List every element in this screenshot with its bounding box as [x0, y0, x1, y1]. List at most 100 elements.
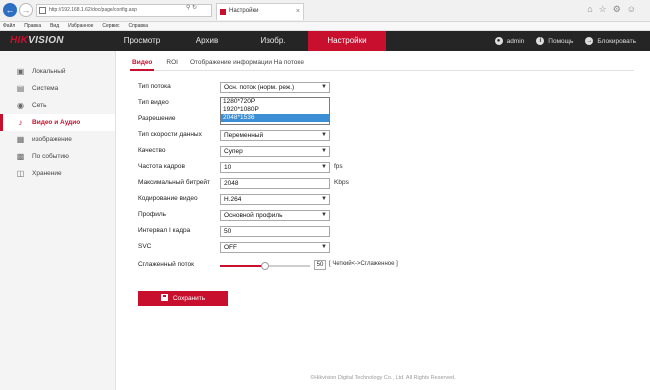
chevron-down-icon: ▼: [321, 212, 327, 218]
image-icon: ▦: [16, 135, 25, 144]
smoothing-hint: [ Четкий<->Сглаженное ]: [329, 261, 398, 267]
row-iframe: Интервал I кадра 50: [138, 226, 518, 237]
chevron-down-icon: ▼: [321, 244, 327, 250]
lock-link[interactable]: → Блокировать: [585, 37, 636, 45]
save-button[interactable]: Сохранить: [138, 291, 228, 306]
fps-select[interactable]: 10 ▼: [220, 162, 330, 173]
smoothing-label: Сглаженный поток: [138, 261, 194, 268]
storage-icon: ◫: [16, 169, 25, 178]
back-button[interactable]: ←: [3, 3, 17, 17]
browser-icons[interactable]: ⌂☆⚙☺: [587, 4, 642, 15]
address-tools[interactable]: ⚲ ↻: [186, 4, 197, 11]
browser-menu-bar: Файл Правка Вид Избранное Сервис Справка: [0, 22, 650, 31]
smoothing-slider[interactable]: [220, 262, 310, 270]
iframe-interval-input[interactable]: 50: [220, 226, 330, 237]
sidebar-item-storage[interactable]: ◫ Хранение: [0, 165, 115, 182]
sidebar-item-events[interactable]: ▩ По событию: [0, 148, 115, 165]
tab-video[interactable]: Видео: [130, 58, 155, 71]
resolution-option-selected[interactable]: 2048*1536: [221, 114, 329, 122]
menu-file[interactable]: Файл: [3, 23, 15, 29]
quality-select[interactable]: Супер ▼: [220, 146, 330, 157]
header-actions: ● admin i Помощь → Блокировать: [483, 31, 636, 51]
resolution-option[interactable]: 1280*720P: [221, 98, 329, 106]
sidebar-item-label: изображение: [32, 136, 72, 143]
app-header: HIKVISION Просмотр Архив Изобр. Настройк…: [0, 31, 650, 51]
sidebar-item-label: Сеть: [32, 102, 47, 109]
sidebar-item-label: Видео и Аудио: [32, 119, 81, 126]
encoding-label: Кодирование видео: [138, 195, 198, 202]
profile-select[interactable]: Основной профиль ▼: [220, 210, 330, 221]
nav-archive[interactable]: Архив: [176, 31, 238, 51]
chevron-down-icon: ▼: [321, 196, 327, 202]
row-quality: Качество Супер ▼: [138, 146, 518, 157]
row-max-bitrate: Максимальный битрейт 2048 Kbps: [138, 178, 518, 189]
resolution-dropdown[interactable]: 1280*720P 1920*1080P 2048*1536: [220, 97, 330, 125]
svc-label: SVC: [138, 243, 152, 250]
sidebar-item-label: Хранение: [32, 170, 62, 177]
help-label: Помощь: [548, 37, 574, 45]
user-icon: ●: [494, 37, 503, 45]
tab-stream-info[interactable]: Отображение информации На потоке: [190, 58, 304, 71]
help-icon: i: [536, 37, 545, 45]
sidebar-item-system[interactable]: ▤ Система: [0, 80, 115, 97]
menu-edit[interactable]: Правка: [24, 23, 41, 29]
video-type-label: Тип видео: [138, 99, 169, 106]
slider-handle[interactable]: [261, 262, 269, 270]
calendar-icon: ▩: [16, 152, 25, 161]
browser-tab[interactable]: Настройки ×: [216, 3, 304, 20]
help-link[interactable]: i Помощь: [536, 37, 573, 45]
fps-unit: fps: [334, 163, 343, 170]
stream-type-label: Тип потока: [138, 83, 171, 90]
quality-label: Качество: [138, 147, 166, 154]
globe-icon: ◉: [17, 101, 24, 110]
copyright-footer: ©Hikvision Digital Technology Co., Ltd. …: [310, 375, 456, 381]
sidebar-item-image[interactable]: ▦ изображение: [0, 131, 115, 148]
max-bitrate-input[interactable]: 2048: [220, 178, 330, 189]
favicon-icon: [220, 9, 226, 15]
max-bitrate-unit: Kbps: [334, 179, 349, 186]
row-profile: Профиль Основной профиль ▼: [138, 210, 518, 221]
resolution-label: Разрешение: [138, 115, 176, 122]
forward-button[interactable]: →: [19, 3, 33, 17]
chevron-down-icon: ▼: [321, 84, 327, 90]
sidebar-item-local[interactable]: ▣ Локальный: [0, 63, 115, 80]
user-menu[interactable]: ● admin: [494, 37, 525, 45]
subtabs: Видео ROI Отображение информации На пото…: [130, 58, 634, 71]
hikvision-logo: HIKVISION: [10, 35, 64, 46]
address-text: http://192.168.1.62/doc/page/config.asp: [49, 7, 137, 13]
browser-toolbar: ← → http://192.168.1.62/doc/page/config.…: [0, 0, 650, 22]
tab-roi[interactable]: ROI: [166, 58, 178, 71]
sidebar: ▣ Локальный ▤ Система ◉ Сеть ♪ Видео и А…: [0, 51, 116, 390]
row-bitrate-type: Тип скорости данных Переменный ▼: [138, 130, 518, 141]
bitrate-type-select[interactable]: Переменный ▼: [220, 130, 330, 141]
profile-label: Профиль: [138, 211, 167, 218]
chevron-down-icon: ▼: [321, 148, 327, 154]
fps-label: Частота кадров: [138, 163, 185, 170]
menu-tools[interactable]: Сервис: [102, 23, 119, 29]
nav-image[interactable]: Изобр.: [238, 31, 308, 51]
menu-help[interactable]: Справка: [128, 23, 148, 29]
tab-title: Настройки: [229, 8, 259, 14]
smoothing-value-input[interactable]: 50: [314, 260, 326, 270]
sidebar-item-network[interactable]: ◉ Сеть: [0, 97, 115, 114]
chevron-down-icon: ▼: [321, 164, 327, 170]
user-name: admin: [506, 37, 525, 45]
menu-favorites[interactable]: Избранное: [68, 23, 93, 29]
save-label: Сохранить: [172, 295, 206, 302]
stream-type-select[interactable]: Осн. поток (норм. реж.) ▼: [220, 82, 330, 93]
nav-preview[interactable]: Просмотр: [108, 31, 176, 51]
monitor-icon: ▣: [16, 67, 25, 76]
row-stream-type: Тип потока Осн. поток (норм. реж.) ▼: [138, 82, 518, 93]
close-tab-icon[interactable]: ×: [296, 4, 300, 19]
nav-settings[interactable]: Настройки: [308, 31, 386, 51]
row-encoding: Кодирование видео H.264 ▼: [138, 194, 518, 205]
microphone-icon: ♪: [18, 118, 23, 127]
lock-icon: →: [585, 37, 594, 45]
sidebar-item-video-audio[interactable]: ♪ Видео и Аудио: [0, 114, 115, 131]
main-nav: Просмотр Архив Изобр. Настройки: [108, 31, 386, 51]
svc-select[interactable]: OFF ▼: [220, 242, 330, 253]
resolution-option[interactable]: 1920*1080P: [221, 106, 329, 114]
encoding-select[interactable]: H.264 ▼: [220, 194, 330, 205]
menu-view[interactable]: Вид: [50, 23, 59, 29]
floppy-disk-icon: [160, 294, 168, 301]
